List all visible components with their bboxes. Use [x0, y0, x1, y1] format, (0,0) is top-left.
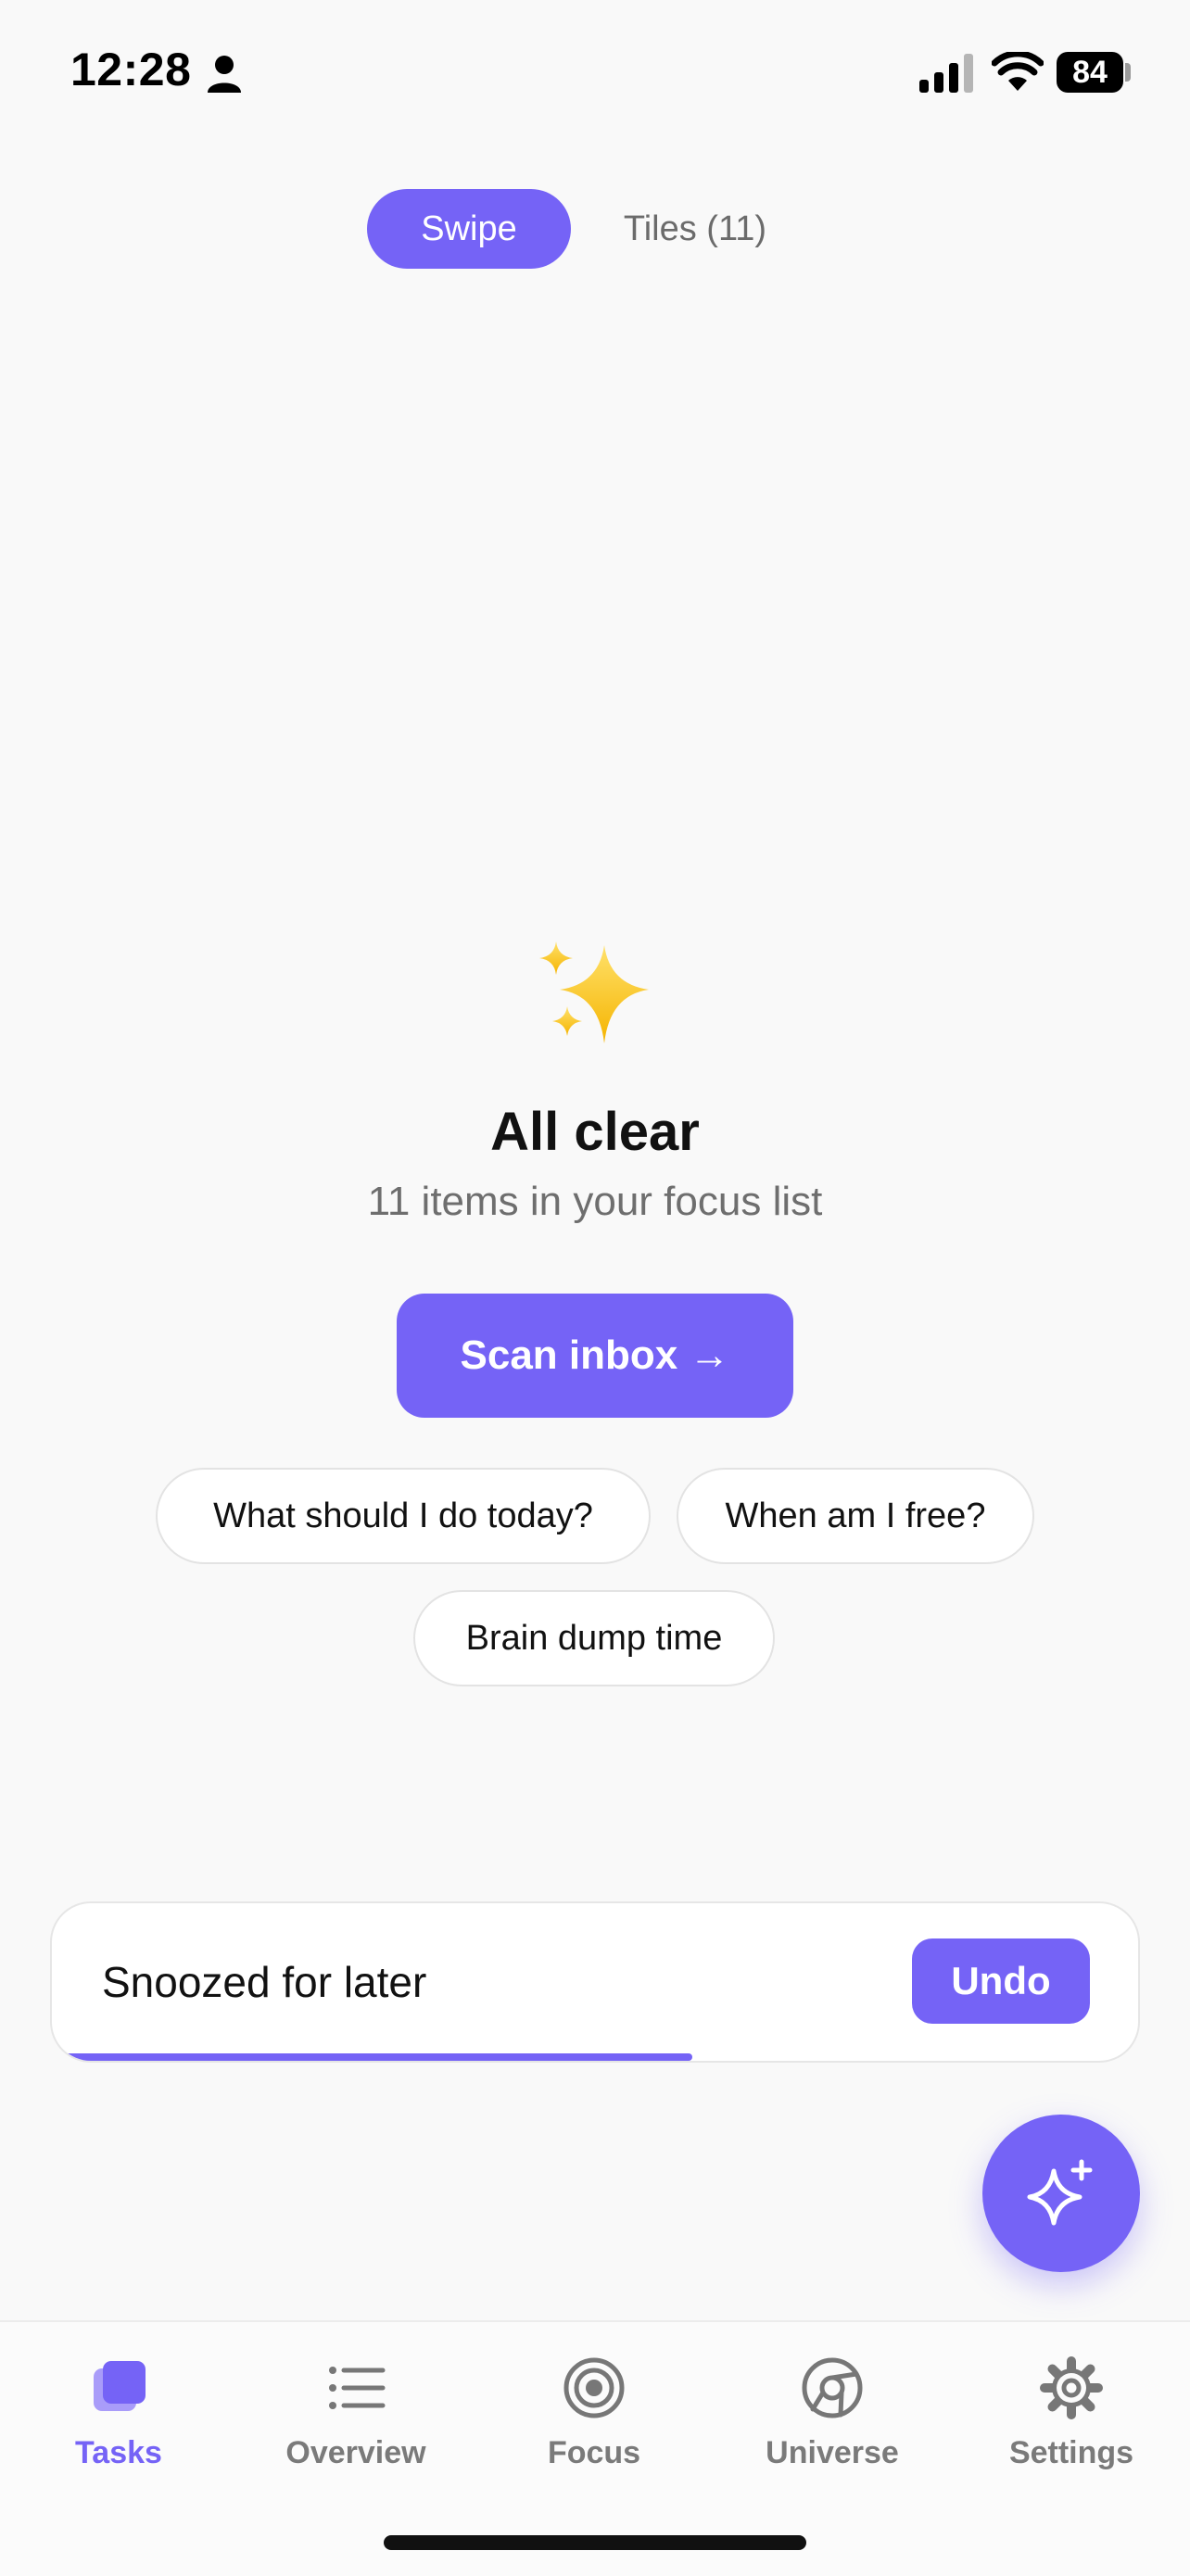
tasks-icon: [94, 2361, 146, 2411]
tab-tasks[interactable]: Tasks: [0, 2355, 237, 2504]
battery-icon: 84: [1057, 52, 1123, 93]
undo-button[interactable]: Undo: [912, 1938, 1090, 2024]
tab-universe[interactable]: Universe: [714, 2355, 951, 2504]
empty-state-title: All clear: [490, 1102, 700, 1162]
ai-assistant-button[interactable]: [982, 2115, 1140, 2272]
tab-tiles[interactable]: Tiles (11): [593, 189, 797, 269]
list-icon: [329, 2367, 386, 2409]
suggestion-chip-free[interactable]: When am I free?: [677, 1468, 1034, 1564]
tab-swipe[interactable]: Swipe: [367, 189, 571, 269]
scan-inbox-button[interactable]: Scan inbox →: [397, 1294, 793, 1418]
tab-settings[interactable]: Settings: [953, 2355, 1190, 2504]
target-icon: [563, 2357, 625, 2418]
suggestion-chip-today[interactable]: What should I do today?: [156, 1468, 651, 1564]
tab-focus[interactable]: Focus: [475, 2355, 713, 2504]
person-icon: [208, 56, 241, 93]
gear-icon: [1040, 2356, 1103, 2419]
snackbar: Snoozed for later Undo: [50, 1901, 1140, 2063]
tab-overview[interactable]: Overview: [237, 2355, 475, 2504]
tab-label: Universe: [766, 2435, 899, 2470]
signal-icon: [919, 54, 973, 93]
tab-label: Focus: [547, 2435, 641, 2470]
tab-label: Settings: [1008, 2435, 1134, 2470]
home-indicator: [384, 2535, 806, 2550]
battery-tip: [1125, 63, 1131, 82]
snackbar-progress-bar: [65, 2053, 692, 2061]
tab-label: Overview: [285, 2435, 426, 2470]
empty-state-subtitle: 11 items in your focus list: [367, 1179, 823, 1224]
tab-label: Tasks: [75, 2435, 162, 2470]
snackbar-message: Snoozed for later: [102, 1958, 427, 2006]
battery-level: 84: [1072, 54, 1108, 90]
universe-icon: [802, 2357, 863, 2418]
sparkle-plus-icon: [1027, 2159, 1093, 2226]
suggestion-chip-brain-dump[interactable]: Brain dump time: [413, 1590, 775, 1686]
status-time: 12:28: [70, 44, 192, 95]
wifi-icon: [992, 52, 1044, 91]
sparkles-icon: [539, 941, 649, 1043]
